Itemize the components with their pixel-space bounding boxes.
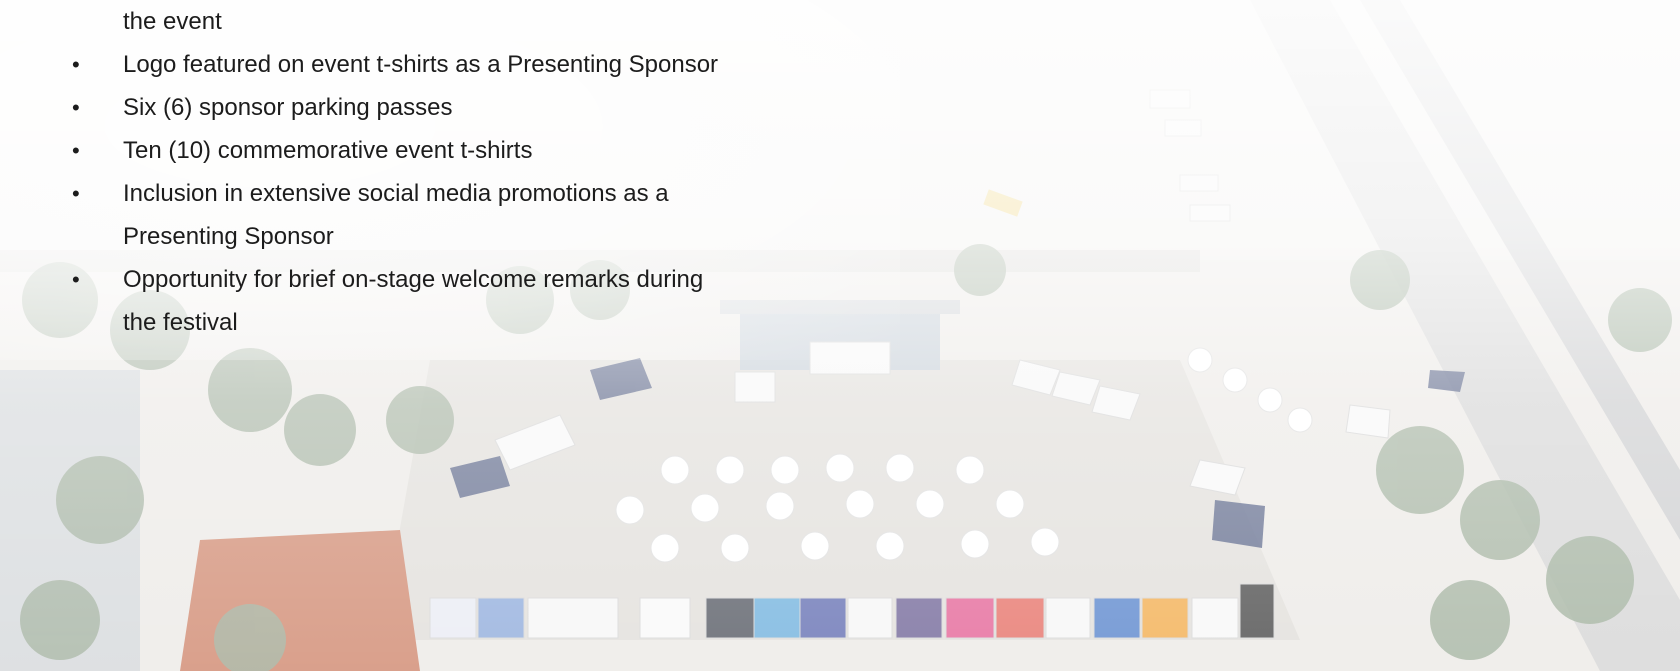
list-item: • Six (6) sponsor parking passes xyxy=(68,86,828,129)
list-item-text: the festival xyxy=(123,309,238,336)
list-item-text: the event xyxy=(123,8,222,35)
list-item: • Ten (10) commemorative event t-shirts xyxy=(68,129,828,172)
benefit-continuation-line: the festival xyxy=(68,301,828,344)
list-item: • Opportunity for brief on-stage welcome … xyxy=(68,258,828,301)
list-item-text: Ten (10) commemorative event t-shirts xyxy=(123,137,533,164)
bullet-icon: • xyxy=(72,267,80,292)
bullet-icon: • xyxy=(72,138,80,163)
bullet-icon: • xyxy=(72,95,80,120)
list-item-text: Logo featured on event t-shirts as a Pre… xyxy=(123,51,719,78)
bullet-icon: • xyxy=(72,52,80,77)
list-item-text: Inclusion in extensive social media prom… xyxy=(123,180,669,207)
sponsor-benefits-list: the event • Logo featured on event t-shir… xyxy=(68,0,828,344)
list-item-text: Presenting Sponsor xyxy=(123,223,334,250)
list-item: • Logo featured on event t-shirts as a Pr… xyxy=(68,43,828,86)
benefit-continuation-line: Presenting Sponsor xyxy=(68,215,828,258)
list-item-text: Opportunity for brief on-stage welcome r… xyxy=(123,266,704,293)
benefit-continuation-line: the event xyxy=(68,0,828,43)
list-item: • Inclusion in extensive social media pro… xyxy=(68,172,828,215)
bullet-icon: • xyxy=(72,181,80,206)
list-item-text: Six (6) sponsor parking passes xyxy=(123,94,453,121)
